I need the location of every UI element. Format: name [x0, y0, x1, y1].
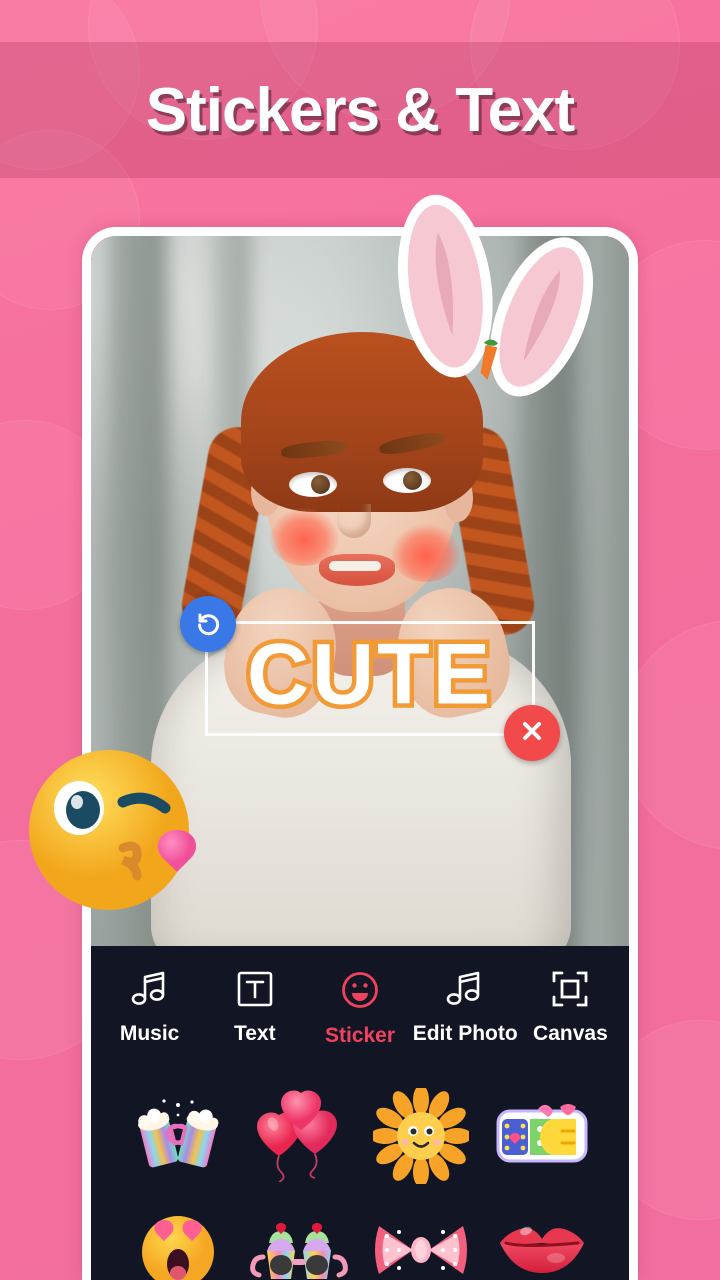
tool-text[interactable]: Text: [202, 970, 307, 1048]
delete-handle[interactable]: [504, 705, 560, 761]
tool-label: Music: [119, 1022, 180, 1045]
tool-label: Edit Photo: [412, 1022, 518, 1045]
heart-balloons-sticker: [249, 1090, 349, 1182]
tool-canvas[interactable]: Canvas: [518, 970, 623, 1048]
lips-sticker: [492, 1215, 592, 1280]
text-sticker-selection[interactable]: CUTE: [180, 596, 560, 761]
sticker-item-beer-mugs[interactable]: [117, 1084, 239, 1188]
nose: [337, 504, 371, 538]
bow-sticker: [369, 1216, 473, 1280]
sticker-item-love-word[interactable]: [482, 1084, 604, 1188]
page-title: Stickers & Text: [145, 75, 575, 145]
blush-sticker-left[interactable]: [269, 508, 339, 566]
rotate-handle[interactable]: [180, 596, 236, 652]
tool-edit-photo[interactable]: Edit Photo: [413, 970, 518, 1048]
hair: [241, 332, 483, 512]
eye-left: [289, 472, 337, 497]
blush-sticker-right[interactable]: [391, 524, 461, 582]
header-banner: Stickers & Text: [0, 42, 720, 178]
rotate-ccw-icon: [193, 607, 223, 642]
sun-flower-sticker: [372, 1088, 469, 1184]
editor-panel: Music Text Sticker Edit Photo Canvas: [91, 946, 629, 1280]
cupcake-glasses-sticker: [247, 1207, 351, 1280]
text-box-icon: [236, 970, 274, 1008]
heart-eyes-sticker: [132, 1204, 224, 1280]
sticker-item-lips[interactable]: [482, 1198, 604, 1280]
sticker-item-heart-balloons[interactable]: [239, 1084, 361, 1188]
close-icon: [518, 717, 546, 750]
mouth: [319, 554, 395, 586]
editor-toolbar: Music Text Sticker Edit Photo Canvas: [91, 946, 629, 1062]
sticker-item-heart-eyes[interactable]: [117, 1198, 239, 1280]
love-word-sticker: [492, 1097, 592, 1175]
sticker-item-sun-flower[interactable]: [360, 1084, 482, 1188]
tool-label: Canvas: [533, 1022, 608, 1045]
tool-label: Sticker: [324, 1024, 396, 1047]
teeth: [329, 561, 381, 571]
iris: [403, 471, 422, 490]
smiley-face-icon: [340, 970, 380, 1010]
eye-right: [383, 468, 431, 493]
music-note-icon: [130, 970, 170, 1008]
sticker-item-bow[interactable]: [360, 1198, 482, 1280]
kiss-emoji-sticker[interactable]: [27, 744, 217, 924]
tool-music[interactable]: Music: [97, 970, 202, 1048]
sticker-item-cupcake-glasses[interactable]: [239, 1198, 361, 1280]
tool-sticker[interactable]: Sticker: [307, 970, 412, 1048]
iris: [311, 475, 330, 494]
beer-mugs-sticker: [130, 1093, 226, 1179]
phone-mockup-frame: Music Text Sticker Edit Photo Canvas CUT…: [29, 194, 638, 1280]
music-note-icon: [445, 970, 485, 1008]
sticker-grid: [91, 1062, 629, 1280]
crop-frame-icon: [551, 970, 589, 1008]
tool-label: Text: [233, 1022, 276, 1045]
text-sticker-value: CUTE: [242, 622, 494, 727]
app-screen: Stickers & Text Music Text Sticker Edit …: [0, 0, 720, 1280]
